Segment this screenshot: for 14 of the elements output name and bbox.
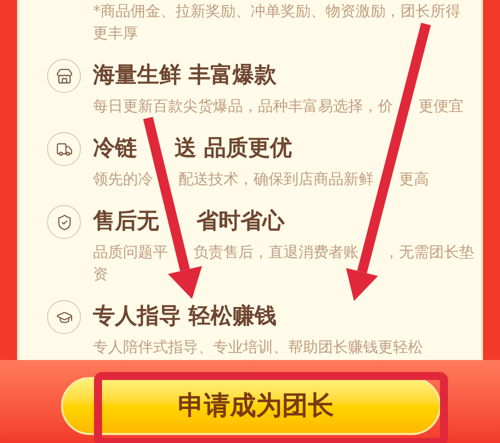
benefit-description: 品质问题平 负责售后，直退消费者账 ，无需团长垫资: [93, 242, 475, 285]
intro-text: *商品佣金、拉新奖励、冲单奖励、物资激励，团长所得更丰厚: [93, 1, 462, 44]
truck-icon: [47, 132, 81, 166]
shield-check-icon: [47, 205, 81, 239]
shop-icon: [47, 59, 81, 93]
benefit-title: 专人指导 轻松赚钱: [93, 304, 278, 330]
benefit-title: 海量生鲜 丰富爆款: [93, 63, 278, 89]
benefit-title: 售后无 省时省心: [93, 209, 286, 235]
benefit-description: 专人陪伴式指导、专业培训、帮助团长赚钱更轻松: [93, 337, 423, 358]
benefit-description: 领先的冷 配送技术，确保到店商品新鲜 更高: [93, 169, 429, 190]
apply-button[interactable]: 申请成为团长: [61, 377, 441, 435]
benefit-description: 每日更新百款尖货爆品，品种丰富易选择，价 更便宜: [93, 96, 464, 117]
benefit-title: 冷链 送 品质更优: [93, 136, 294, 162]
graduation-cap-icon: [47, 300, 81, 334]
